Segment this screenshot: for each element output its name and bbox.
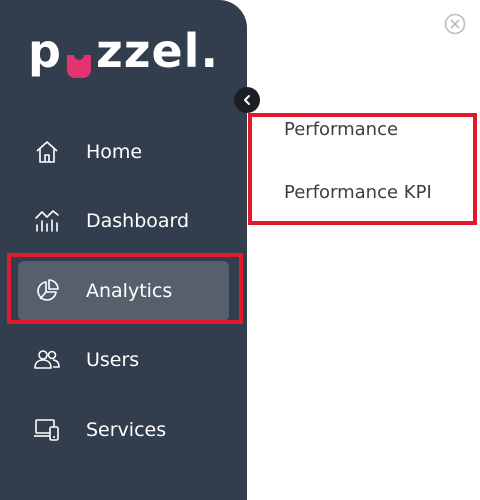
close-button[interactable] <box>444 13 466 35</box>
collapse-sidebar-button[interactable] <box>234 87 260 113</box>
services-devices-icon <box>32 415 62 445</box>
analytics-pie-icon <box>32 276 62 306</box>
dashboard-icon <box>32 206 62 236</box>
logo-text-start: p <box>28 24 62 78</box>
users-icon <box>32 345 62 375</box>
sidebar: p zzel . Home Dashboard Analytics Users … <box>0 0 247 500</box>
logo-text-end: zzel <box>95 24 201 78</box>
sidebar-item-dashboard[interactable]: Dashboard <box>18 191 229 251</box>
sidebar-item-label: Dashboard <box>86 210 190 232</box>
submenu-item-performance[interactable]: Performance <box>284 119 398 140</box>
sidebar-item-label: Home <box>86 141 143 163</box>
sidebar-item-label: Services <box>86 419 167 441</box>
puzzel-logo: p zzel . <box>28 20 219 82</box>
sidebar-item-label: Users <box>86 349 140 371</box>
chevron-left-icon <box>244 95 250 105</box>
sidebar-item-label: Analytics <box>86 280 173 302</box>
sidebar-item-analytics[interactable]: Analytics <box>18 261 229 321</box>
logo-accent-icon <box>64 38 94 78</box>
sidebar-item-users[interactable]: Users <box>18 330 229 390</box>
submenu-item-performance-kpi[interactable]: Performance KPI <box>284 182 432 203</box>
sidebar-item-home[interactable]: Home <box>18 122 229 182</box>
home-icon <box>32 137 62 167</box>
close-icon <box>444 13 466 35</box>
sidebar-item-services[interactable]: Services <box>18 400 229 460</box>
logo-dot: . <box>200 24 219 78</box>
